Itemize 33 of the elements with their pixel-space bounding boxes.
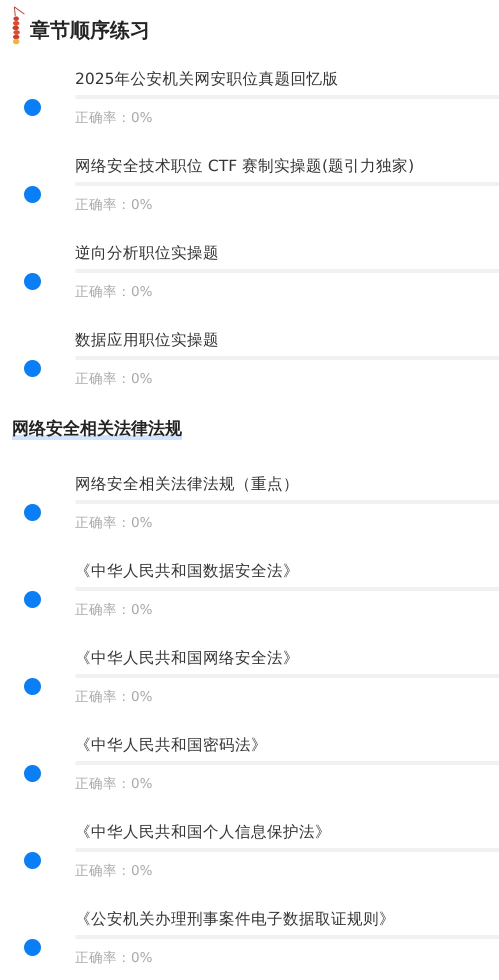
accuracy-text: 正确率：0%: [75, 862, 154, 880]
chapter-title[interactable]: 《公安机关办理刑事案件电子数据取证规则》: [75, 908, 499, 930]
chapter-title[interactable]: 《中华人民共和国密码法》: [75, 734, 499, 756]
status-dot: [24, 765, 41, 782]
status-dot: [24, 591, 41, 608]
accuracy-text: 正确率：0%: [75, 949, 154, 967]
accuracy-text: 正确率：0%: [75, 370, 154, 388]
status-dot: [24, 939, 41, 956]
status-dot: [24, 504, 41, 521]
status-dot: [24, 99, 41, 116]
accuracy-text: 正确率：0%: [75, 196, 154, 214]
accuracy-text: 正确率：0%: [75, 109, 154, 127]
chapter-title[interactable]: 逆向分析职位实操题: [75, 242, 499, 264]
accuracy-text: 正确率：0%: [75, 775, 154, 793]
chapter-title[interactable]: 2025年公安机关网安职位真题回忆版: [75, 68, 499, 90]
firecracker-icon: [10, 5, 26, 47]
chapter-title[interactable]: 网络安全技术职位 CTF 赛制实操题(题引力独家): [75, 155, 499, 177]
accuracy-text: 正确率：0%: [75, 283, 154, 301]
chapter-title[interactable]: 网络安全相关法律法规（重点）: [75, 473, 499, 495]
chapter-title[interactable]: 数据应用职位实操题: [75, 329, 499, 351]
chapter-title[interactable]: 《中华人民共和国个人信息保护法》: [75, 821, 499, 843]
status-dot: [24, 360, 41, 377]
status-dot: [24, 273, 41, 290]
status-dot: [24, 678, 41, 695]
chapter-title[interactable]: 《中华人民共和国网络安全法》: [75, 647, 499, 669]
accuracy-text: 正确率：0%: [75, 601, 154, 619]
status-dot: [24, 186, 41, 203]
chapter-title[interactable]: 《中华人民共和国数据安全法》: [75, 560, 499, 582]
accuracy-text: 正确率：0%: [75, 514, 154, 532]
section-title: 网络安全相关法律法规: [12, 416, 182, 440]
accuracy-text: 正确率：0%: [75, 688, 154, 706]
section-title: 章节顺序练习: [30, 16, 150, 44]
status-dot: [24, 852, 41, 869]
